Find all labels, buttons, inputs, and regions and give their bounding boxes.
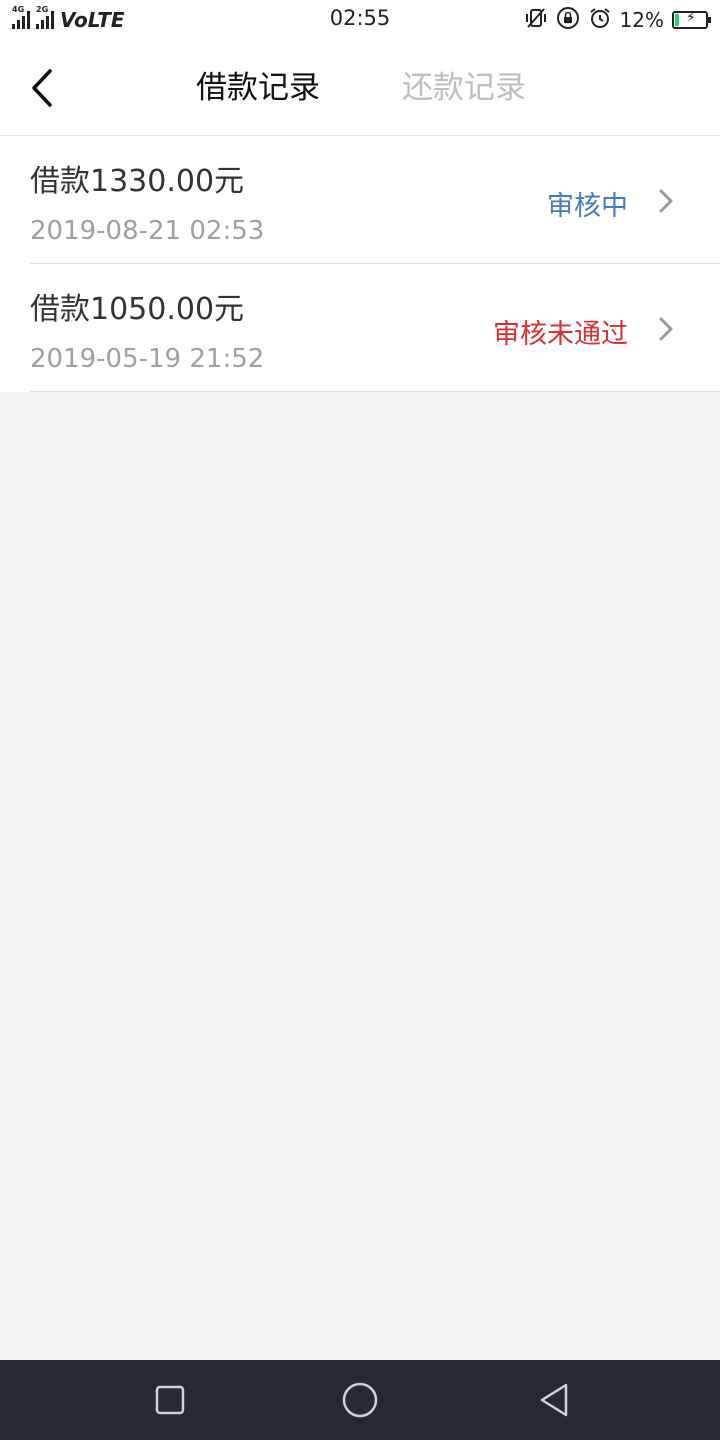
list-item[interactable]: 借款1330.00元 2019-08-21 02:53 审核中: [0, 136, 720, 264]
clock: 02:55: [329, 6, 391, 30]
loan-datetime: 2019-05-19 21:52: [30, 344, 265, 374]
divider: [30, 391, 720, 392]
tab-repay-records[interactable]: 还款记录: [402, 66, 526, 110]
recent-apps-icon: [155, 1385, 185, 1415]
recent-apps-button[interactable]: [150, 1380, 190, 1420]
home-icon: [342, 1382, 378, 1418]
loan-record-list: 借款1330.00元 2019-08-21 02:53 审核中 借款1050.0…: [0, 136, 720, 392]
charging-bolt-icon: ⚡: [686, 10, 696, 26]
list-item[interactable]: 借款1050.00元 2019-05-19 21:52 审核未通过: [0, 264, 720, 392]
system-back-button[interactable]: [534, 1380, 574, 1420]
status-badge: 审核中: [547, 191, 628, 222]
back-button[interactable]: [22, 64, 62, 112]
back-icon: [540, 1383, 568, 1417]
tab-borrow-records[interactable]: 借款记录: [196, 66, 320, 110]
loan-amount: 借款1050.00元: [30, 292, 245, 327]
loan-amount: 借款1330.00元: [30, 164, 245, 199]
chevron-left-icon: [32, 69, 52, 107]
header: 借款记录 还款记录: [0, 40, 720, 136]
chevron-right-icon: [659, 317, 673, 341]
chevron-right-icon: [659, 189, 673, 213]
battery-icon: ⚡: [672, 10, 711, 29]
status-bar: 4G 2G VoLTE 02:55 12% ⚡: [0, 0, 720, 40]
loan-datetime: 2019-08-21 02:53: [30, 216, 265, 246]
home-button[interactable]: [340, 1380, 380, 1420]
battery-fill: [675, 14, 679, 26]
status-badge: 审核未通过: [493, 319, 628, 350]
navigation-bar: [0, 1360, 720, 1440]
